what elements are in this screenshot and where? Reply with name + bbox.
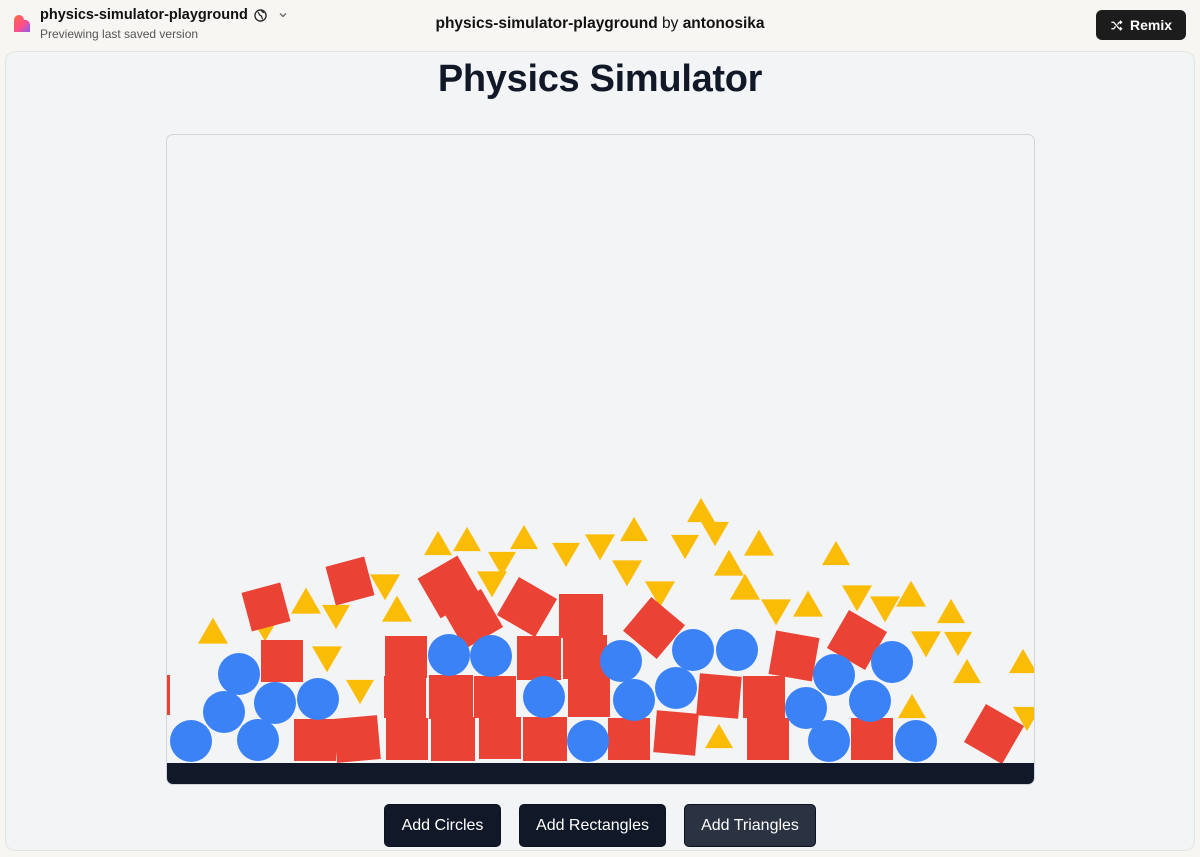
center-by: by xyxy=(662,15,679,32)
rectangle-body xyxy=(517,636,561,680)
triangle-body xyxy=(896,580,926,607)
triangle-body xyxy=(744,529,774,556)
controls: Add Circles Add Rectangles Add Triangles xyxy=(6,804,1194,847)
preview-frame: Physics Simulator Add Circles Add Rectan… xyxy=(5,51,1195,851)
rectangle-body xyxy=(568,675,610,717)
triangle-body xyxy=(701,521,729,547)
triangle-body xyxy=(687,497,715,523)
circle-body xyxy=(567,720,609,762)
rectangle-body xyxy=(747,718,789,760)
triangle-body xyxy=(822,540,850,566)
triangle-body xyxy=(424,530,452,556)
triangle-body xyxy=(944,631,972,657)
rectangle-body xyxy=(963,703,1025,765)
triangle-body xyxy=(793,590,823,617)
triangle-body xyxy=(1009,648,1034,674)
circle-body xyxy=(655,667,697,709)
triangle-body xyxy=(585,534,616,561)
rectangle-body xyxy=(384,676,426,718)
triangle-body xyxy=(552,542,580,568)
triangle-body xyxy=(953,658,981,684)
remix-label: Remix xyxy=(1129,17,1173,33)
triangle-body xyxy=(705,723,733,749)
rectangle-body xyxy=(653,710,699,756)
triangle-body xyxy=(671,534,700,560)
triangle-body xyxy=(510,524,538,550)
circle-body xyxy=(297,678,339,720)
triangle-body xyxy=(937,598,965,624)
shuffle-icon xyxy=(1111,19,1123,31)
circle-body xyxy=(237,719,279,761)
circle-body xyxy=(613,679,655,721)
circle-body xyxy=(470,635,512,677)
rectangle-body xyxy=(429,675,473,719)
triangle-body xyxy=(898,693,926,719)
add-rectangles-button[interactable]: Add Rectangles xyxy=(519,804,666,847)
remix-button[interactable]: Remix xyxy=(1096,10,1186,40)
rectangle-body xyxy=(743,676,785,718)
circle-body xyxy=(203,691,245,733)
center-project-name: physics-simulator-playground xyxy=(435,15,658,32)
rectangle-body xyxy=(385,636,427,678)
rectangle-body xyxy=(768,630,820,682)
author-name[interactable]: antonosika xyxy=(683,15,765,32)
top-bar: physics-simulator-playground Previewing … xyxy=(0,0,1200,50)
rectangle-body xyxy=(559,594,603,638)
add-triangles-button[interactable]: Add Triangles xyxy=(684,804,816,847)
triangle-body xyxy=(842,585,873,612)
ground xyxy=(167,763,1034,784)
circle-body xyxy=(428,634,470,676)
circle-body xyxy=(600,640,642,682)
triangle-body xyxy=(346,679,374,705)
circle-body xyxy=(672,629,714,671)
rectangle-body xyxy=(496,576,558,638)
triangle-body xyxy=(382,595,412,622)
triangle-body xyxy=(453,526,481,552)
circle-body xyxy=(716,629,758,671)
triangle-body xyxy=(911,631,942,658)
center-title: physics-simulator-playground by antonosi… xyxy=(0,15,1200,33)
add-circles-button[interactable]: Add Circles xyxy=(384,804,501,847)
rectangle-body xyxy=(333,715,381,763)
triangle-body xyxy=(870,596,900,623)
triangle-body xyxy=(291,587,321,614)
rectangle-body xyxy=(325,556,375,606)
circle-body xyxy=(218,653,260,695)
circle-body xyxy=(523,676,565,718)
circle-body xyxy=(808,720,850,762)
triangle-body xyxy=(620,516,648,542)
triangle-body xyxy=(612,560,642,587)
triangle-body xyxy=(761,599,791,626)
circle-body xyxy=(170,720,212,762)
page-title: Physics Simulator xyxy=(437,58,763,100)
rectangle-body xyxy=(386,718,428,760)
circle-body xyxy=(813,654,855,696)
rectangle-body xyxy=(167,675,170,715)
rectangle-body xyxy=(431,717,475,761)
physics-canvas[interactable] xyxy=(166,134,1035,785)
triangle-body xyxy=(730,573,760,600)
triangle-body xyxy=(198,617,228,644)
rectangle-body xyxy=(294,719,336,761)
rectangle-body xyxy=(479,717,521,759)
rectangle-body xyxy=(241,582,291,632)
rectangle-body xyxy=(261,640,303,682)
circle-body xyxy=(254,682,296,724)
triangle-body xyxy=(714,549,744,576)
rectangle-body xyxy=(474,676,516,718)
circle-body xyxy=(871,641,913,683)
physics-canvas-svg[interactable] xyxy=(167,135,1035,785)
circle-body xyxy=(849,680,891,722)
rectangle-body xyxy=(608,718,650,760)
circle-body xyxy=(895,720,937,762)
rectangle-body xyxy=(851,718,893,760)
rectangle-body xyxy=(523,717,567,761)
rectangle-body xyxy=(696,673,742,719)
triangle-body xyxy=(312,646,343,673)
triangle-body xyxy=(370,574,400,601)
